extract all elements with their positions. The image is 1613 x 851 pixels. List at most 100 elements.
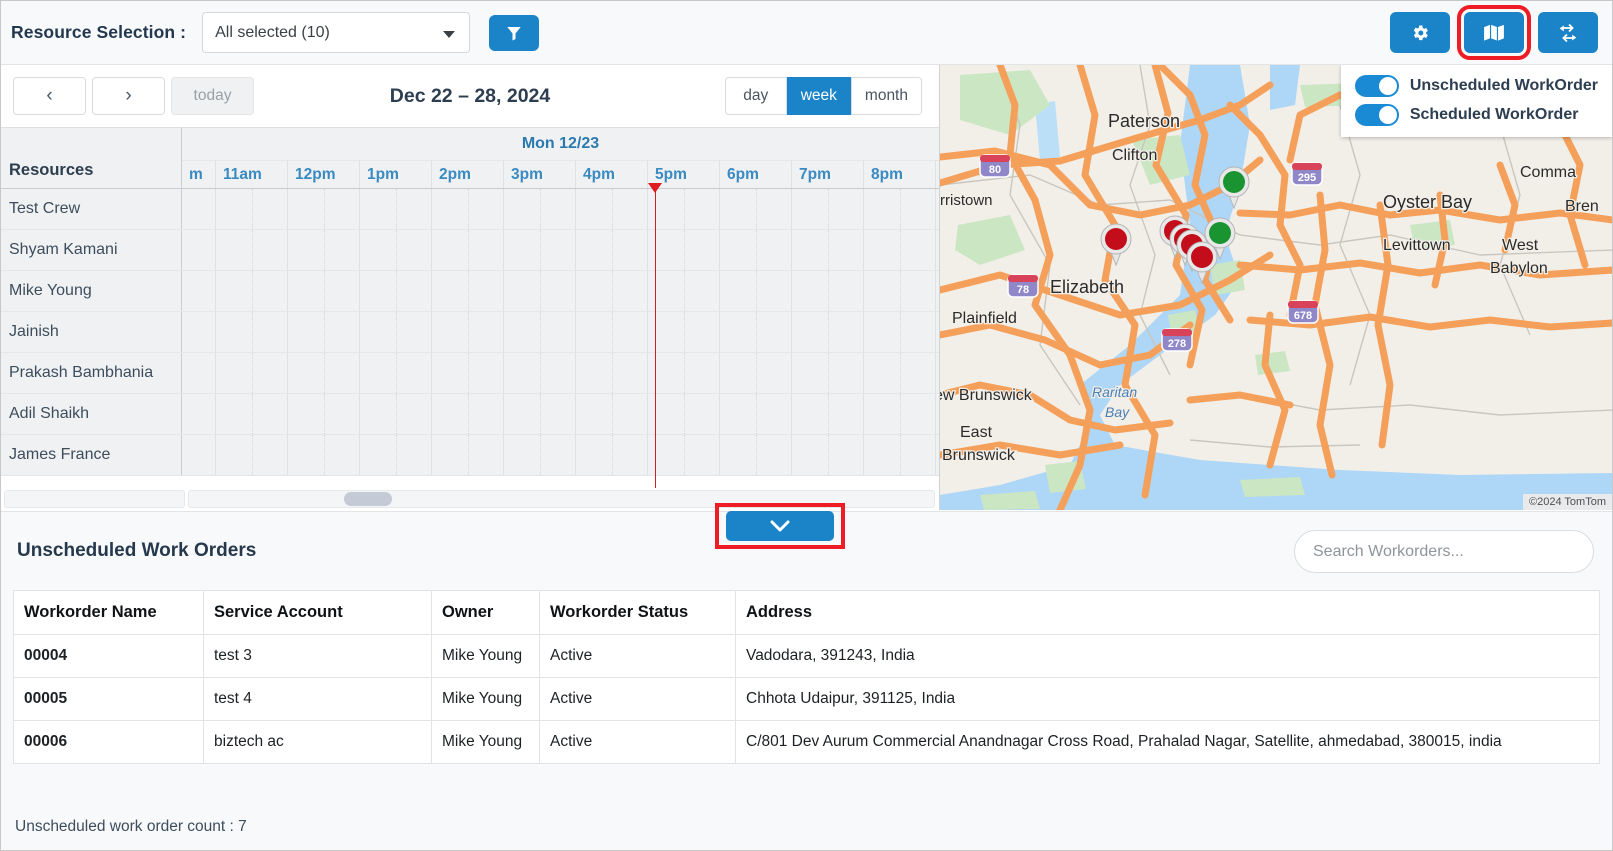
table-row[interactable]: 00005 test 4 Mike Young Active Chhota Udaipu… (13, 677, 1600, 721)
time-slot[interactable] (216, 394, 288, 434)
time-slot[interactable] (648, 394, 720, 434)
time-slot[interactable] (360, 353, 432, 393)
resource-row[interactable]: Adil Shaikh (1, 394, 939, 435)
time-slot[interactable] (360, 271, 432, 311)
resource-row[interactable]: Test Crew (1, 189, 939, 230)
settings-button[interactable] (1390, 12, 1450, 53)
time-slot[interactable] (360, 312, 432, 352)
time-slot[interactable] (864, 230, 936, 270)
resource-row[interactable]: James France (1, 435, 939, 476)
time-slot[interactable] (182, 394, 216, 434)
time-slot[interactable] (792, 353, 864, 393)
table-row[interactable]: 00006 biztech ac Mike Young Active C/801 Dev… (13, 720, 1600, 764)
time-slot[interactable] (720, 394, 792, 434)
time-slot[interactable] (792, 435, 864, 475)
time-slot[interactable] (864, 189, 936, 229)
time-slot[interactable] (648, 271, 720, 311)
resource-row[interactable]: Mike Young (1, 271, 939, 312)
time-slot[interactable] (504, 312, 576, 352)
scrollbar-thumb[interactable] (344, 492, 392, 506)
col-header-service-account[interactable]: Service Account (203, 590, 432, 635)
time-slot[interactable] (504, 353, 576, 393)
time-slot[interactable] (648, 353, 720, 393)
time-slot[interactable] (504, 189, 576, 229)
refresh-button[interactable] (1538, 12, 1598, 53)
time-slot[interactable] (720, 312, 792, 352)
time-slot[interactable] (216, 435, 288, 475)
toggle-unscheduled-workorder[interactable]: Unscheduled WorkOrder (1354, 75, 1598, 97)
resource-row[interactable]: Prakash Bambhania (1, 353, 939, 394)
time-slot[interactable] (432, 394, 504, 434)
resource-timeline[interactable] (182, 312, 939, 352)
time-slot[interactable] (504, 230, 576, 270)
time-slot[interactable] (360, 189, 432, 229)
time-slot[interactable] (360, 435, 432, 475)
time-slot[interactable] (182, 189, 216, 229)
resource-timeline[interactable] (182, 353, 939, 393)
time-slot[interactable] (648, 312, 720, 352)
map-view-button[interactable] (1457, 5, 1531, 60)
time-slot[interactable] (432, 353, 504, 393)
time-slot[interactable] (720, 435, 792, 475)
today-button[interactable]: today (171, 77, 254, 115)
time-slot[interactable] (792, 312, 864, 352)
time-slot[interactable] (576, 230, 648, 270)
time-slot[interactable] (720, 189, 792, 229)
time-slot[interactable] (864, 312, 936, 352)
search-workorders-box[interactable]: Search Workorders... (1294, 530, 1594, 573)
resource-select[interactable]: All selected (10) (202, 12, 471, 53)
resource-row[interactable]: Jainish (1, 312, 939, 353)
time-slot[interactable] (792, 189, 864, 229)
time-slot[interactable] (182, 435, 216, 475)
time-slot[interactable] (720, 230, 792, 270)
time-slot[interactable] (648, 189, 720, 229)
time-slot[interactable] (182, 353, 216, 393)
toggle-switch[interactable] (1354, 104, 1399, 126)
view-month-button[interactable]: month (850, 77, 922, 115)
view-day-button[interactable]: day (724, 77, 787, 115)
time-slot[interactable] (216, 312, 288, 352)
time-slot[interactable] (504, 271, 576, 311)
time-slot[interactable] (504, 394, 576, 434)
time-slot[interactable] (576, 353, 648, 393)
time-slot[interactable] (432, 189, 504, 229)
col-header-owner[interactable]: Owner (431, 590, 540, 635)
resource-timeline[interactable] (182, 271, 939, 311)
time-slot[interactable] (288, 353, 360, 393)
time-slot[interactable] (864, 435, 936, 475)
col-header-address[interactable]: Address (735, 590, 1600, 635)
time-slot[interactable] (288, 312, 360, 352)
time-slot[interactable] (288, 435, 360, 475)
col-header-workorder-name[interactable]: Workorder Name (13, 590, 204, 635)
time-slot[interactable] (360, 230, 432, 270)
resource-timeline[interactable] (182, 189, 939, 229)
time-slot[interactable] (432, 271, 504, 311)
toggle-switch[interactable] (1354, 75, 1399, 97)
time-slot[interactable] (288, 271, 360, 311)
time-slot[interactable] (576, 271, 648, 311)
time-slot[interactable] (182, 271, 216, 311)
time-slot[interactable] (648, 230, 720, 270)
time-slot[interactable] (576, 189, 648, 229)
time-slot[interactable] (576, 312, 648, 352)
toggle-scheduled-workorder[interactable]: Scheduled WorkOrder (1354, 104, 1598, 126)
time-slot[interactable] (720, 353, 792, 393)
time-slot[interactable] (792, 394, 864, 434)
time-slot[interactable] (360, 394, 432, 434)
resource-timeline[interactable] (182, 230, 939, 270)
time-slot[interactable] (216, 271, 288, 311)
time-slot[interactable] (864, 271, 936, 311)
time-slot[interactable] (288, 230, 360, 270)
time-slot[interactable] (216, 189, 288, 229)
time-slot[interactable] (432, 312, 504, 352)
next-period-button[interactable]: › (92, 77, 165, 115)
time-slot[interactable] (182, 230, 216, 270)
time-slot[interactable] (576, 435, 648, 475)
time-slot[interactable] (864, 394, 936, 434)
time-slot[interactable] (288, 394, 360, 434)
prev-period-button[interactable]: ‹ (13, 77, 86, 115)
resource-timeline[interactable] (182, 435, 939, 475)
time-slot[interactable] (432, 230, 504, 270)
time-slot[interactable] (288, 189, 360, 229)
time-slot[interactable] (792, 271, 864, 311)
